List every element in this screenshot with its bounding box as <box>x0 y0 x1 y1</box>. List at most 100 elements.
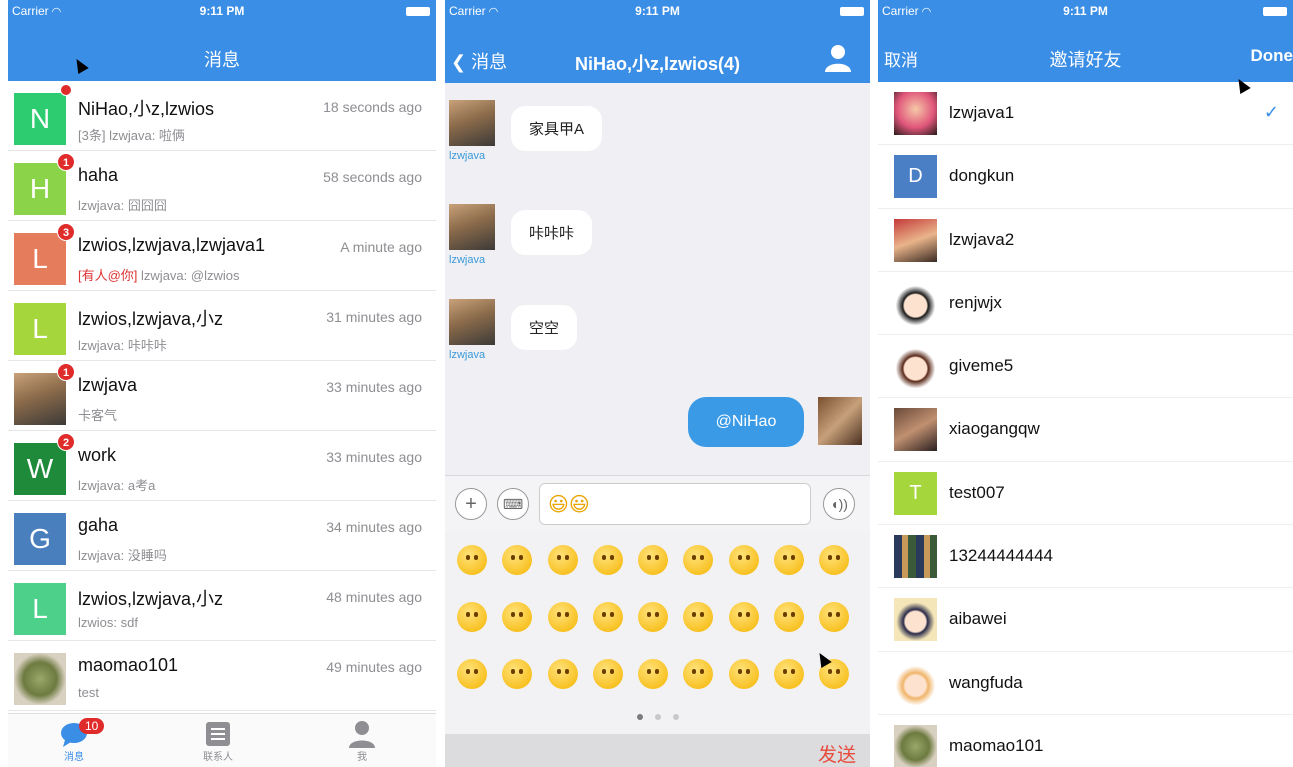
sender-avatar[interactable] <box>449 204 495 250</box>
conversation-row[interactable]: L lzwios,lzwjava,小z 48 minutes ago lzwio… <box>8 571 436 641</box>
friend-name: lzwjava1 <box>949 103 1015 122</box>
emoji-face-icon[interactable] <box>819 602 850 632</box>
sender-name: lzwjava <box>449 150 486 162</box>
friend-row[interactable]: renjwjx <box>878 272 1293 336</box>
emoji-face-icon[interactable] <box>774 545 805 575</box>
friend-row[interactable]: xiaogangqw <box>878 398 1293 462</box>
conversation-preview: lzwjava: a考a <box>78 478 156 493</box>
avatar: G <box>14 513 66 565</box>
emoji-face-icon[interactable] <box>547 602 578 632</box>
emoji-face-icon[interactable] <box>457 545 487 575</box>
conversation-name: lzwios,lzwjava,小z <box>78 589 224 609</box>
friend-row[interactable]: giveme5 <box>878 335 1293 399</box>
friend-avatar <box>894 92 937 135</box>
conversation-list: N NiHao,小z,lzwios 18 seconds ago [3条] lz… <box>8 81 436 711</box>
message-bubble[interactable]: 空空 <box>511 305 578 350</box>
emoji-face-icon[interactable] <box>547 545 578 575</box>
tab-me-label: 我 <box>357 752 367 763</box>
message-bubble[interactable]: 家具甲A <box>511 106 603 151</box>
conversation-row[interactable]: H 1 haha 58 seconds ago lzwjava: 囧囧囧 <box>8 151 436 221</box>
emoji-face-icon[interactable] <box>638 602 669 632</box>
emoji-face-icon[interactable] <box>728 545 759 575</box>
emoji-face-icon[interactable] <box>592 545 623 575</box>
emoji-face-icon[interactable] <box>457 659 487 689</box>
emoji-face-icon[interactable] <box>502 545 533 575</box>
tab-messages[interactable]: 消息 10 <box>34 718 114 763</box>
emoji-face-icon[interactable] <box>819 545 850 575</box>
page-title: 消息 <box>204 50 240 70</box>
friend-name: giveme5 <box>949 356 1014 376</box>
emoji-grid <box>457 545 865 716</box>
friend-row[interactable]: aibawei <box>878 588 1293 652</box>
outgoing-message-bubble[interactable]: @NiHao <box>688 397 804 447</box>
emoji-face-icon[interactable] <box>592 659 623 689</box>
battery-icon <box>1263 7 1287 16</box>
friend-row[interactable]: D dongkun <box>878 145 1293 209</box>
conversation-row[interactable]: G gaha 34 minutes ago lzwjava: 没睡吗 <box>8 501 436 571</box>
friend-row[interactable]: maomao101 <box>878 715 1293 767</box>
my-avatar[interactable] <box>818 397 862 445</box>
message-input[interactable]: 😃😃 <box>539 483 811 525</box>
conversation-preview: [有人@你] lzwjava: @lzwios <box>78 265 239 284</box>
messages-screen: Carrier ◠ 9:11 PM 消息 N NiHao,小z,lzwios 18… <box>8 0 436 767</box>
battery-icon <box>840 7 864 16</box>
friend-avatar <box>894 724 937 767</box>
friend-row[interactable]: lzwjava2 <box>878 209 1293 272</box>
emoji-face-icon[interactable] <box>592 602 623 632</box>
conversation-row[interactable]: W 2 work 33 minutes ago lzwjava: a考a <box>8 431 436 501</box>
friend-name: dongkun <box>949 166 1015 186</box>
emoji-face-icon[interactable] <box>502 659 533 689</box>
status-time: 9:11 PM <box>635 4 680 18</box>
emoji-face-icon[interactable] <box>683 545 714 575</box>
conversation-time: 58 seconds ago <box>323 169 422 185</box>
conversation-row[interactable]: 1 lzwjava 33 minutes ago 卡客气 <box>8 361 436 431</box>
chat-navbar: Carrier ◠ 9:11 PM ❮ 消息 NiHao,小z,lzwios(4) <box>445 0 870 83</box>
friend-name: xiaogangqw <box>949 419 1040 439</box>
done-button[interactable]: Done <box>1251 46 1293 66</box>
tab-contacts-label: 联系人 <box>203 752 233 763</box>
friend-row[interactable]: wangfuda <box>878 652 1293 715</box>
emoji-face-icon[interactable] <box>638 545 669 575</box>
tab-contacts[interactable]: 联系人 <box>178 720 258 763</box>
page-indicator[interactable] <box>445 707 870 725</box>
friend-row[interactable]: 13244444444 <box>878 525 1293 589</box>
conversation-time: 18 seconds ago <box>323 99 422 115</box>
emoji-face-icon[interactable] <box>547 659 578 689</box>
avatar-photo <box>14 653 66 705</box>
emoji-keyboard <box>445 531 870 734</box>
message-bubble[interactable]: 咔咔咔 <box>511 210 593 255</box>
group-members-icon[interactable] <box>824 44 852 72</box>
plus-button[interactable]: + <box>455 488 487 520</box>
friend-row[interactable]: T test007 <box>878 462 1293 526</box>
send-button[interactable]: 发送 <box>818 740 856 767</box>
preview-text: lzwjava: @lzwios <box>137 268 240 283</box>
conversation-time: 31 minutes ago <box>326 309 422 325</box>
avatar: L <box>14 583 66 635</box>
conversation-row[interactable]: L 3 lzwios,lzwjava,lzwjava1 A minute ago… <box>8 221 436 291</box>
emoji-face-icon[interactable] <box>774 659 805 689</box>
tab-bar: 消息 10 联系人 我 <box>8 713 436 767</box>
emoji-face-icon[interactable] <box>774 602 805 632</box>
emoji-face-icon[interactable] <box>728 602 759 632</box>
person-icon <box>349 721 375 748</box>
tab-me[interactable]: 我 <box>322 720 402 763</box>
conversation-name: lzwios,lzwjava,lzwjava1 <box>78 235 266 255</box>
conversation-row[interactable]: maomao101 49 minutes ago test <box>8 641 436 711</box>
emoji-face-icon[interactable] <box>638 659 669 689</box>
messages-navbar: Carrier ◠ 9:11 PM 消息 <box>8 0 436 81</box>
conversation-time: 33 minutes ago <box>326 449 422 465</box>
friend-name: lzwjava2 <box>949 229 1015 249</box>
emoji-face-icon[interactable] <box>683 659 714 689</box>
conversation-row[interactable]: L lzwios,lzwjava,小z 31 minutes ago lzwja… <box>8 291 436 361</box>
avatar: L <box>14 303 66 355</box>
emoji-face-icon[interactable] <box>683 602 714 632</box>
friend-row[interactable]: lzwjava1 ✓ <box>878 82 1293 146</box>
emoji-face-icon[interactable] <box>457 602 487 632</box>
emoji-face-icon[interactable] <box>728 659 759 689</box>
voice-button[interactable]: ◖)) <box>823 488 855 520</box>
conversation-row[interactable]: N NiHao,小z,lzwios 18 seconds ago [3条] lz… <box>8 81 436 151</box>
sender-avatar[interactable] <box>449 299 495 345</box>
emoji-face-icon[interactable] <box>502 602 533 632</box>
sender-avatar[interactable] <box>449 100 495 146</box>
keyboard-button[interactable]: ⌨ <box>497 488 529 520</box>
